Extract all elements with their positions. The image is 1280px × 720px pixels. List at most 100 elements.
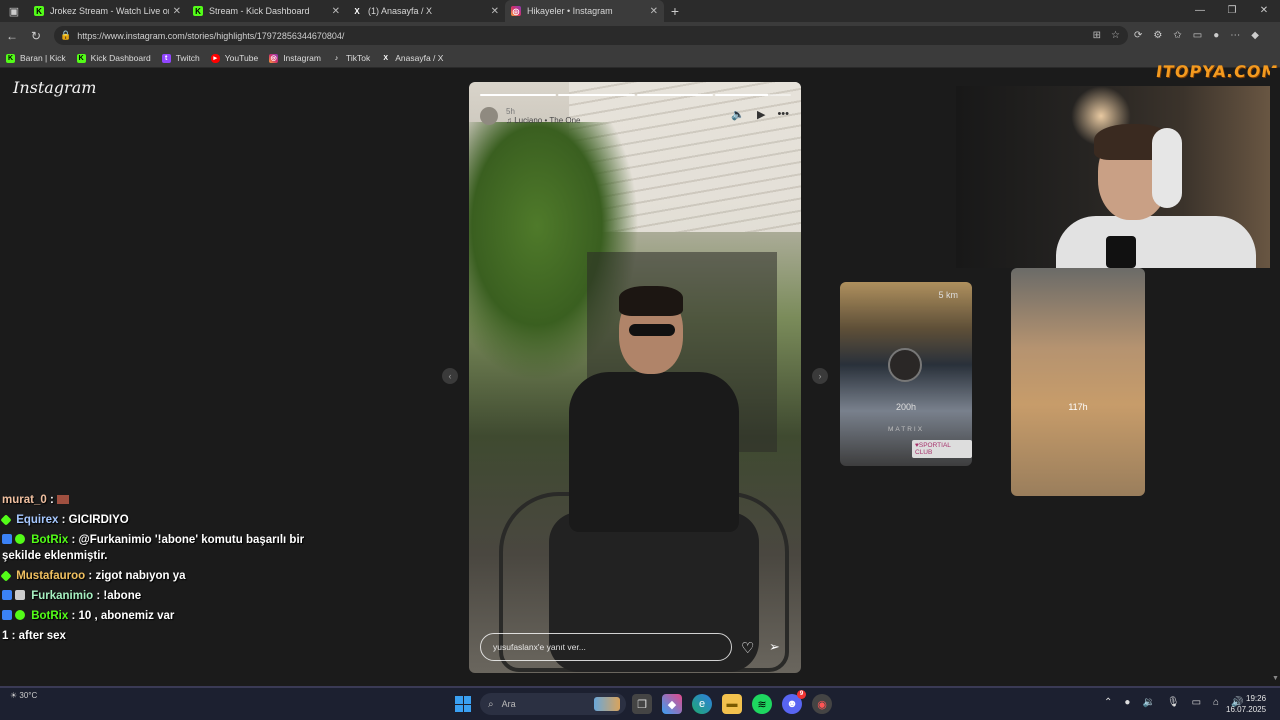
progress-segment-current [714, 94, 791, 96]
browser-tab-bar: ▣ K Jrokez Stream - Watch Live on Kick ✕… [0, 0, 1280, 22]
taskbar-search[interactable]: ⌕ Ara [480, 693, 626, 715]
bookmark-instagram[interactable]: ◎ Instagram [269, 53, 321, 63]
record-app-icon[interactable]: ◉ [812, 694, 832, 714]
refresh-icon[interactable]: ↻ [24, 29, 48, 43]
verified-badge-icon [15, 610, 25, 620]
story-thumbnail[interactable]: 5 km 200h MATRIX ♥SPORTIAL CLUB [840, 282, 972, 466]
chat-message: Equirex : GICIRDIYO [0, 512, 312, 528]
kick-icon: K [193, 6, 203, 16]
collections-icon[interactable]: ▭ [1193, 30, 1202, 41]
bookmarks-bar: K Baran | Kick K Kick Dashboard t Twitch ▸ Y… [0, 49, 1280, 68]
thumbnail-time: 117h [1068, 402, 1088, 412]
chat-message: BotRix : @Furkanimio '!abone' komutu baş… [2, 534, 305, 562]
play-icon[interactable]: ▶ [757, 108, 765, 121]
windows-taskbar: ☀ 30°C ⌕ Ara ❐ ◆ e ▬ ≋ ☻ 9 ◉ ⌃ ● 🔉 🎙 ▭ ⌂ … [0, 686, 1280, 720]
url-text: https://www.instagram.com/stories/highli… [77, 30, 345, 41]
page-scrollbar[interactable]: ▼ [1270, 68, 1280, 686]
bookmark-twitch[interactable]: t Twitch [161, 53, 200, 63]
browser-toolbar: ⟳ ⚙ ✩ ▭ ● ⋯ ◆ [1134, 22, 1259, 49]
kick-icon: K [34, 6, 44, 16]
story-song[interactable]: ♫ Luciano • The One [506, 116, 581, 125]
more-icon[interactable]: ••• [777, 108, 789, 121]
close-icon[interactable]: ✕ [650, 6, 658, 17]
thumbnail-avatar [888, 348, 922, 382]
weather-icon: ☀ [10, 691, 18, 700]
task-view-icon[interactable]: ❐ [632, 694, 652, 714]
minimize-icon[interactable]: — [1184, 0, 1216, 22]
spotify-icon[interactable]: ≋ [752, 694, 772, 714]
progress-segment [636, 94, 713, 96]
tab-kick-dashboard[interactable]: K Stream - Kick Dashboard ✕ [187, 0, 346, 22]
search-highlight-image [594, 697, 620, 711]
tiktok-icon: ♪ [334, 54, 339, 62]
microphone-icon [1106, 236, 1136, 268]
heart-icon[interactable]: ♡ [741, 639, 754, 657]
horizontal-scroll-indicator [0, 686, 1280, 688]
edge-icon[interactable]: e [692, 694, 712, 714]
copilot-app-icon[interactable]: ◆ [662, 694, 682, 714]
network-icon[interactable]: ⌂ [1213, 697, 1219, 708]
taskbar-clock[interactable]: 19:26 16.07.2025 [1226, 693, 1266, 715]
emote-icon [56, 495, 69, 504]
bookmark-kick-dashboard[interactable]: K Kick Dashboard [76, 53, 151, 63]
notification-badge: 9 [797, 690, 806, 699]
lock-icon[interactable]: 🔒 [60, 30, 71, 41]
address-bar[interactable]: 🔒 https://www.instagram.com/stories/high… [54, 26, 1128, 45]
story-viewer[interactable]: 5h ♫ Luciano • The One 🔈 ▶ ••• yusufasla… [469, 82, 801, 673]
restore-icon[interactable]: ❐ [1216, 0, 1248, 22]
story-reply-input[interactable]: yusufaslanx'e yanıt ver... [480, 633, 732, 661]
story-author-avatar[interactable] [480, 107, 498, 125]
favorites-icon[interactable]: ✩ [1173, 30, 1181, 41]
stream-chat-overlay: murat_0 : Equirex : GICIRDIYO BotRix : @… [0, 492, 312, 648]
youtube-icon: ▸ [210, 53, 220, 63]
diamond-badge-icon [0, 570, 12, 582]
bookmark-baran-kick[interactable]: K Baran | Kick [6, 53, 66, 63]
split-screen-icon[interactable]: ⚙ [1153, 30, 1162, 41]
favorite-star-icon[interactable]: ☆ [1111, 30, 1120, 41]
scroll-down-icon[interactable]: ▼ [1272, 675, 1279, 682]
mute-icon[interactable]: 🔈 [731, 108, 745, 121]
bookmark-youtube[interactable]: ▸ YouTube [210, 53, 258, 63]
app-available-icon[interactable]: ⊞ [1093, 30, 1101, 41]
display-icon[interactable]: ▭ [1192, 697, 1201, 708]
close-icon[interactable]: ✕ [332, 6, 340, 17]
tab-instagram-stories[interactable]: ◎ Hikayeler • Instagram ✕ [505, 0, 664, 22]
close-icon[interactable]: ✕ [173, 6, 181, 17]
close-icon[interactable]: ✕ [491, 6, 499, 17]
verified-badge-icon [15, 534, 25, 544]
extensions-icon[interactable]: ⟳ [1134, 30, 1142, 41]
instagram-icon: ◎ [269, 53, 279, 63]
file-explorer-icon[interactable]: ▬ [722, 694, 742, 714]
next-story-button[interactable]: › [812, 368, 828, 384]
new-tab-button[interactable]: + [664, 3, 686, 19]
start-button[interactable] [455, 696, 471, 712]
tray-app-icon[interactable]: ● [1124, 697, 1130, 708]
discord-icon[interactable]: ☻ 9 [782, 690, 806, 714]
instagram-logo[interactable]: Instagram [13, 78, 96, 97]
bookmark-x[interactable]: X Anasayfa / X [381, 53, 443, 63]
more-options-icon[interactable]: ⋯ [1230, 30, 1240, 41]
tab-kick-stream[interactable]: K Jrokez Stream - Watch Live on Kick ✕ [28, 0, 187, 22]
volume-icon[interactable]: 🔉 [1142, 697, 1154, 708]
kick-icon: K [6, 53, 15, 63]
x-icon: X [383, 54, 389, 62]
diamond-badge-icon [0, 514, 12, 526]
sub-badge-icon [15, 590, 25, 600]
microphone-tray-icon[interactable]: 🎙 [1167, 697, 1180, 708]
tab-x-home[interactable]: X (1) Anasayfa / X ✕ [346, 0, 505, 22]
tab-actions-icon[interactable]: ▣ [0, 0, 28, 22]
close-window-icon[interactable]: ✕ [1248, 0, 1280, 22]
back-icon[interactable]: ← [0, 29, 24, 43]
distance-label: 5 km [938, 290, 958, 300]
chevron-up-icon[interactable]: ⌃ [1104, 697, 1112, 708]
search-icon: ⌕ [488, 698, 494, 710]
prev-story-button[interactable]: ‹ [442, 368, 458, 384]
bookmark-tiktok[interactable]: ♪ TikTok [332, 53, 371, 63]
profile-avatar[interactable]: ● [1213, 30, 1219, 41]
story-thumbnail[interactable]: 117h [1011, 268, 1145, 496]
kick-icon: K [76, 53, 86, 63]
twitch-icon: t [161, 53, 171, 63]
send-icon[interactable]: ➢ [769, 639, 780, 655]
weather-widget[interactable]: ☀ 30°C [10, 691, 37, 700]
copilot-icon[interactable]: ◆ [1251, 30, 1259, 41]
